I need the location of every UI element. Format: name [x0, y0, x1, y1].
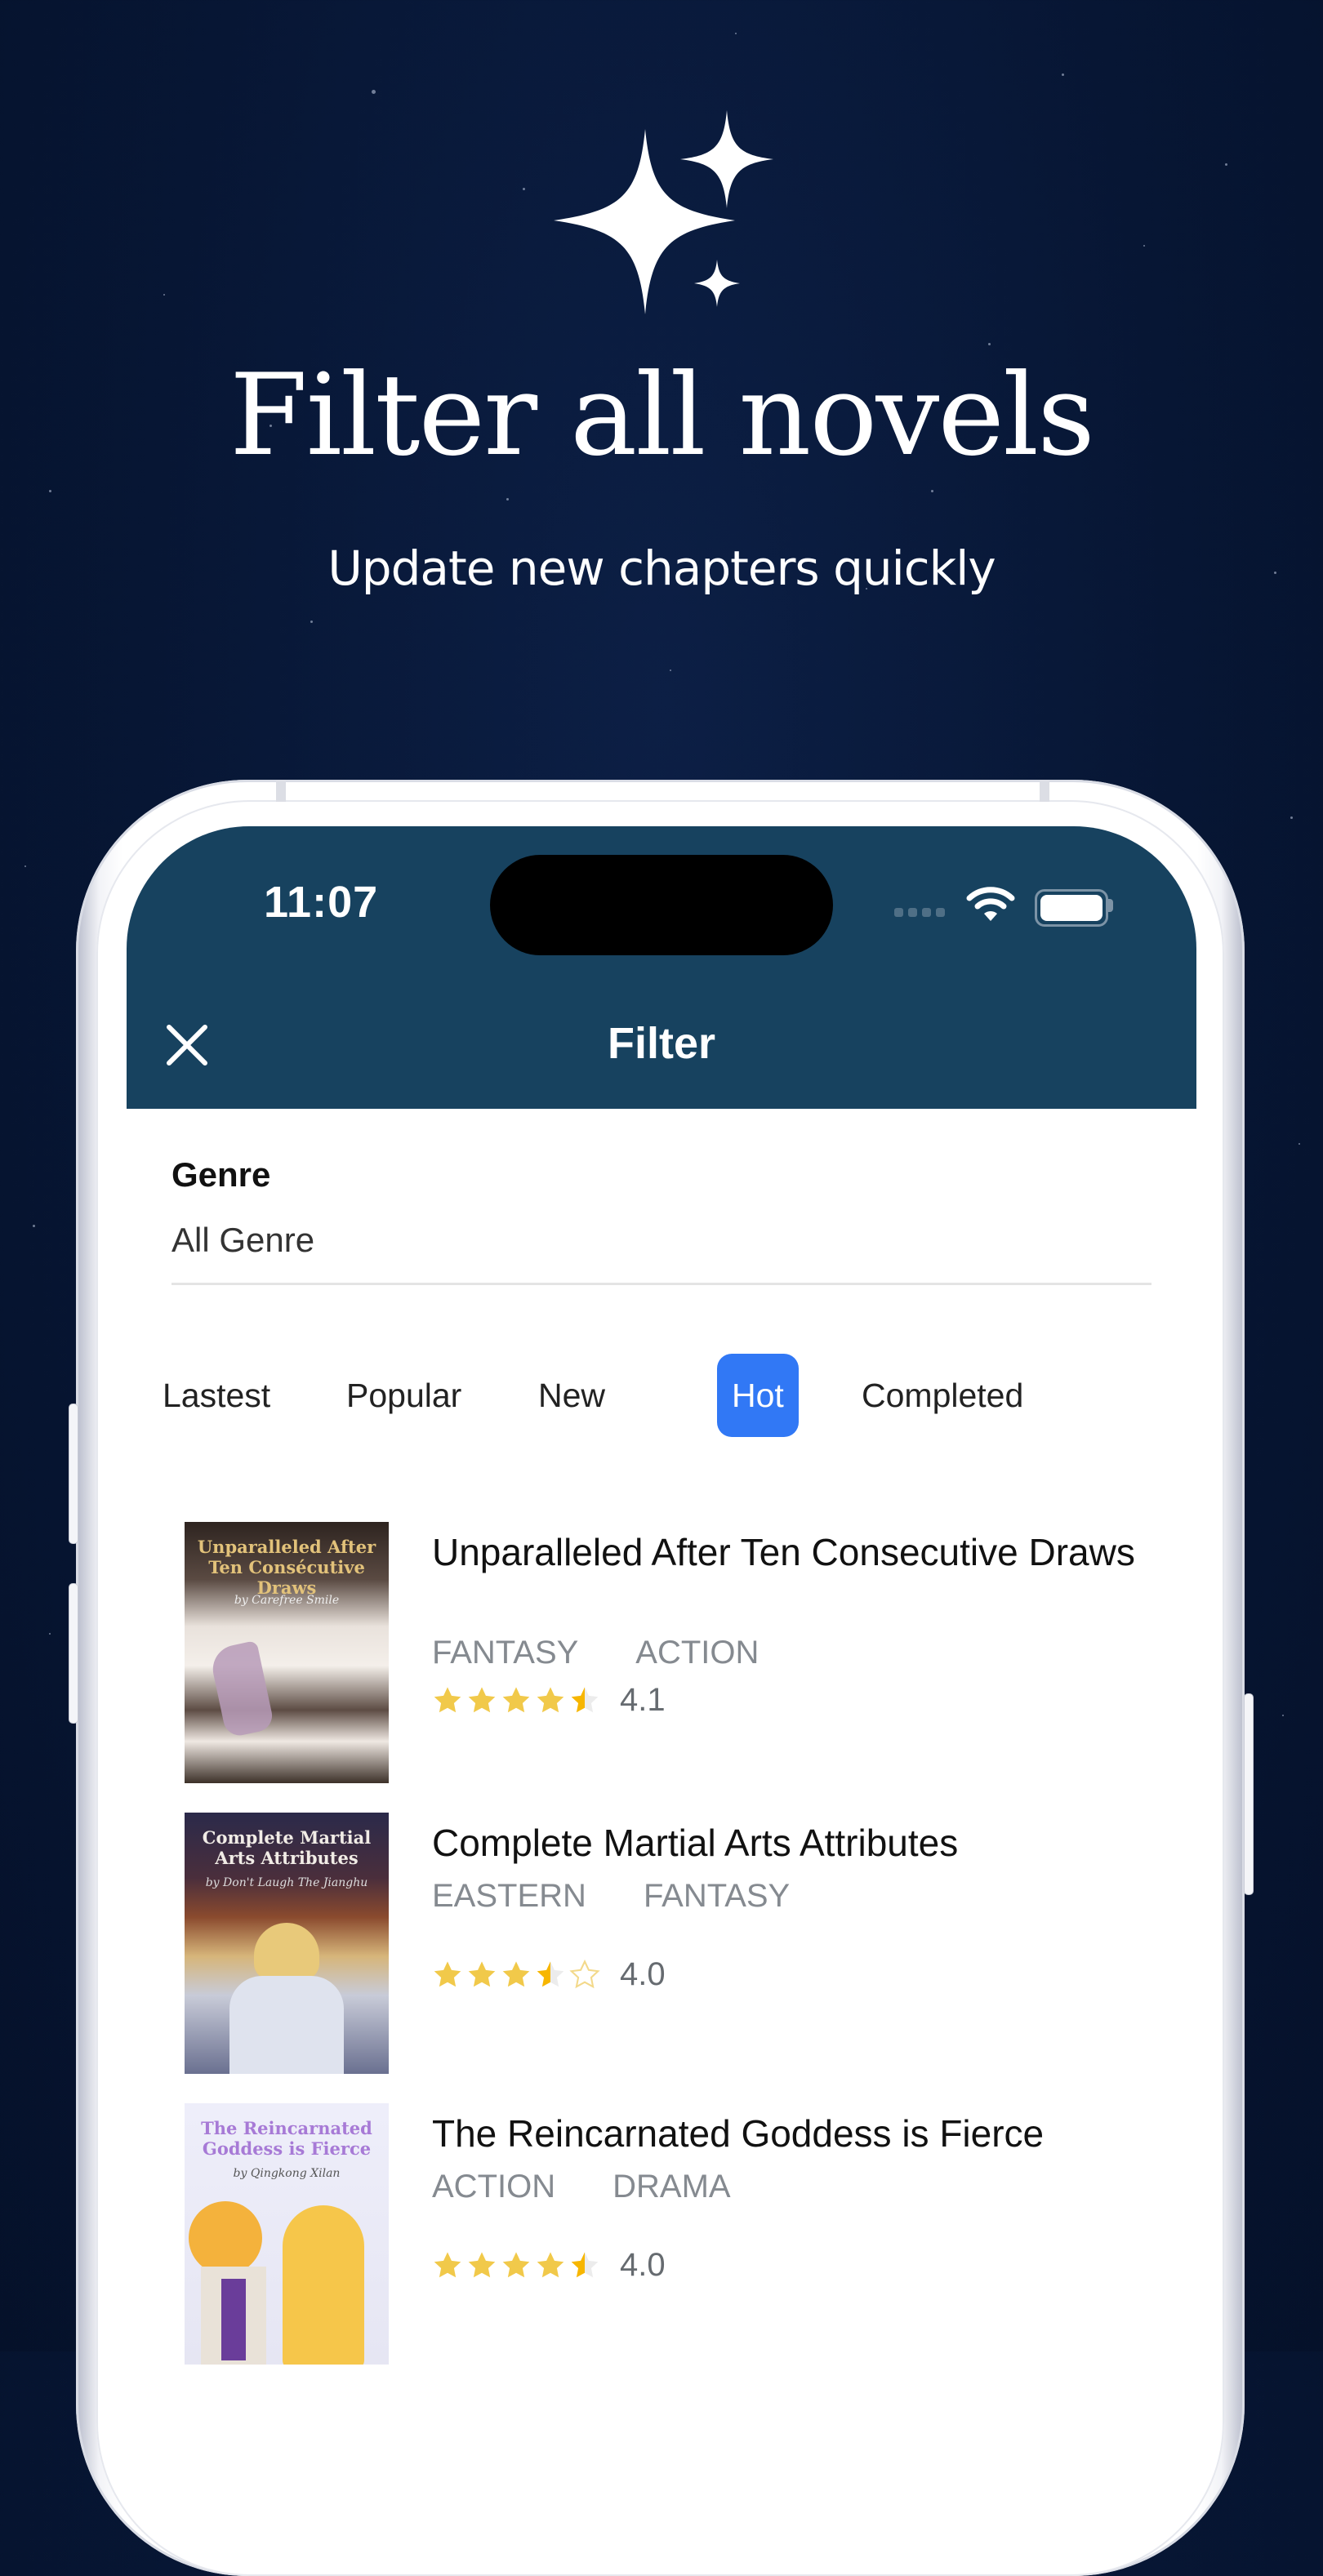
book-title[interactable]: Complete Martial Arts Attributes — [432, 1819, 1151, 1866]
status-time: 11:07 — [264, 878, 379, 927]
battery-cap — [1108, 899, 1113, 912]
star-dot — [33, 1225, 35, 1227]
star-filled-icon — [502, 1960, 530, 1987]
power-button — [1245, 1694, 1253, 1894]
book-list-item[interactable]: Complete Martial Arts Attributes by Don'… — [185, 1813, 1165, 2078]
star-filled-icon — [468, 1686, 496, 1712]
rating-value: 4.0 — [620, 1956, 666, 1992]
cover-figure — [229, 1976, 344, 2074]
book-tags: EASTERN FANTASY — [432, 1878, 790, 1915]
star-dot — [24, 865, 26, 867]
book-tag: EASTERN — [432, 1878, 586, 1914]
book-rating: 4.0 — [432, 2247, 666, 2284]
book-title[interactable]: The Reincarnated Goddess is Fierce — [432, 2110, 1151, 2157]
tab-popular[interactable]: Popular — [332, 1354, 476, 1437]
sort-tabs: Lastest Popular New Hot Completed — [127, 1354, 1196, 1437]
star-rating — [432, 1959, 600, 1991]
cover-title: Unparalleled After Ten Consécutive Draws — [197, 1537, 376, 1598]
star-filled-icon — [537, 2251, 564, 2277]
cover-figure — [208, 1639, 275, 1739]
star-dot — [1225, 163, 1227, 166]
star-dot — [310, 621, 313, 623]
antenna-band — [276, 780, 286, 802]
sparkles-icon — [554, 110, 773, 314]
star-dot — [372, 90, 376, 94]
star-dot — [1298, 1143, 1300, 1145]
star-filled-icon — [502, 2251, 530, 2277]
cover-title: The Reincarnated Goddess is Fierce — [201, 2118, 372, 2159]
book-tag: DRAMA — [612, 2169, 731, 2205]
book-list-item[interactable]: Unparalleled After Ten Consécutive Draws… — [185, 1522, 1165, 1787]
app-header: 11:07 Filter — [127, 826, 1196, 1109]
book-tags: ACTION DRAMA — [432, 2169, 731, 2205]
star-dot — [735, 33, 737, 34]
book-list-item[interactable]: The Reincarnated Goddess is Fierce by Qi… — [185, 2103, 1165, 2369]
book-cover[interactable]: Unparalleled After Ten Consécutive Draws… — [185, 1522, 389, 1783]
volume-down-button — [69, 1584, 78, 1723]
star-dot — [931, 490, 933, 492]
rating-value: 4.1 — [620, 1682, 666, 1718]
star-empty-icon — [569, 1959, 600, 1988]
star-dot — [670, 670, 671, 671]
genre-label: Genre — [172, 1155, 271, 1194]
star-dot — [163, 294, 165, 296]
star-half-icon — [537, 1960, 564, 1987]
star-dot — [1282, 1715, 1284, 1716]
star-filled-icon — [434, 1686, 461, 1712]
star-rating — [432, 1685, 600, 1716]
tab-lastest[interactable]: Lastest — [148, 1354, 285, 1437]
book-tag: FANTASY — [643, 1878, 791, 1914]
book-rating: 4.0 — [432, 1956, 666, 1993]
antenna-band — [1040, 780, 1049, 802]
tab-new[interactable]: New — [523, 1354, 620, 1437]
tab-completed[interactable]: Completed — [847, 1354, 1038, 1437]
book-tag: ACTION — [432, 2169, 556, 2205]
genre-selector[interactable]: All Genre — [172, 1221, 314, 1260]
cover-author: by Carefree Smile — [234, 1594, 340, 1607]
dynamic-island — [490, 855, 833, 955]
book-cover[interactable]: Complete Martial Arts Attributes by Don'… — [185, 1813, 389, 2074]
star-filled-icon — [468, 2251, 496, 2277]
cover-author: by Qingkong Xilan — [233, 2167, 341, 2180]
star-dot — [1062, 73, 1064, 76]
star-filled-icon — [468, 1960, 496, 1987]
star-filled-icon — [434, 2251, 461, 2277]
cover-title: Complete Martial Arts Attributes — [202, 1827, 372, 1868]
star-dot — [1143, 245, 1145, 247]
rating-value: 4.0 — [620, 2247, 666, 2283]
book-tags: FANTASY ACTION — [432, 1635, 759, 1671]
tab-hot[interactable]: Hot — [717, 1354, 799, 1437]
book-rating: 4.1 — [432, 1682, 666, 1719]
cellular-signal-icon — [894, 908, 945, 917]
volume-up-button — [69, 1404, 78, 1543]
book-tag: FANTASY — [432, 1635, 579, 1671]
star-dot — [523, 188, 525, 190]
app-screen: 11:07 Filter Genre All Genre Lastest Pop… — [127, 826, 1196, 2378]
star-dot — [988, 343, 991, 345]
star-filled-icon — [502, 1686, 530, 1712]
divider — [172, 1283, 1152, 1285]
book-tag: ACTION — [635, 1635, 760, 1671]
battery-icon — [1035, 889, 1108, 927]
hero-title: Filter all novels — [229, 349, 1095, 481]
star-half-icon — [571, 1686, 599, 1712]
book-cover[interactable]: The Reincarnated Goddess is Fierce by Qi… — [185, 2103, 389, 2365]
star-dot — [49, 1633, 51, 1635]
star-dot — [1290, 816, 1293, 819]
star-filled-icon — [537, 1686, 564, 1712]
star-rating — [432, 2250, 600, 2281]
page-title: Filter — [607, 1019, 716, 1068]
cover-figure — [283, 2205, 364, 2365]
star-dot — [506, 498, 509, 501]
wifi-icon — [966, 887, 1015, 921]
star-filled-icon — [434, 1960, 461, 1987]
hero-subtitle: Update new chapters quickly — [327, 541, 996, 596]
cover-figure — [254, 1923, 319, 1980]
book-title[interactable]: Unparalleled After Ten Consecutive Draws — [432, 1528, 1151, 1576]
star-half-icon — [571, 2251, 599, 2277]
star-dot — [49, 490, 51, 492]
cover-figure — [221, 2279, 246, 2360]
cover-author: by Don't Laugh The Jianghu — [205, 1876, 368, 1889]
cover-figure — [189, 2201, 262, 2275]
